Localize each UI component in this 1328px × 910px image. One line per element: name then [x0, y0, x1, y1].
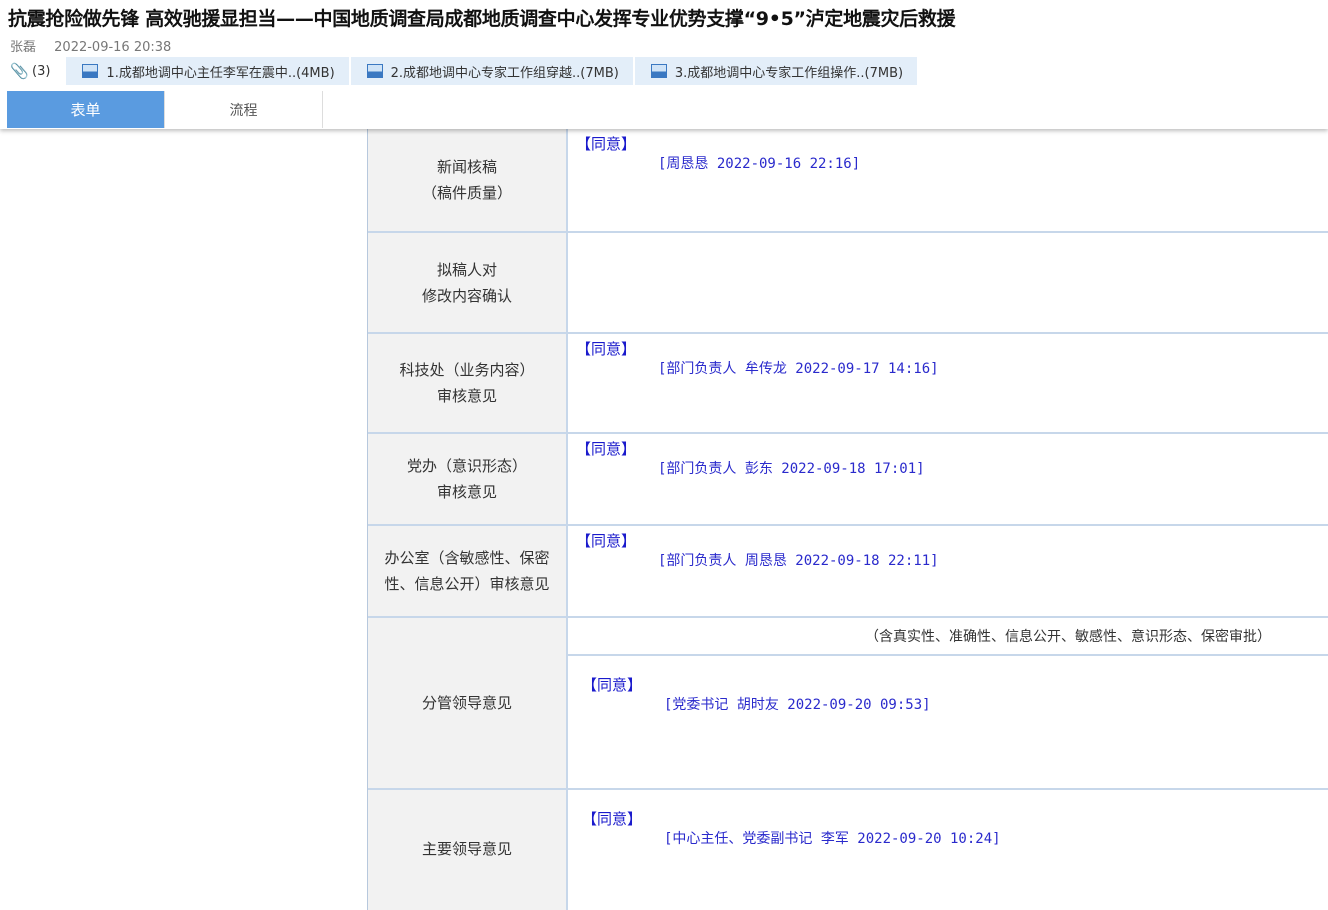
- approval-signature: [中心主任、党委副书记 李军 2022-09-20 10:24]: [664, 831, 1001, 847]
- document-header: 抗震抢险做先锋 高效驰援显担当——中国地质调查局成都地质调查中心发挥专业优势支撑…: [0, 0, 1328, 129]
- row-label: 办公室（含敏感性、保密 性、信息公开）审核意见: [368, 526, 568, 616]
- row-label: 拟稿人对 修改内容确认: [368, 233, 568, 332]
- row-content: （含真实性、准确性、信息公开、敏感性、意识形态、保密审批） 【同意】 [党委书记…: [568, 618, 1328, 788]
- form-row-office-review: 办公室（含敏感性、保密 性、信息公开）审核意见 【同意】 [部门负责人 周恳恳 2…: [368, 526, 1328, 618]
- form-row-drafter-confirm: 拟稿人对 修改内容确认: [368, 233, 1328, 334]
- tab-process[interactable]: 流程: [165, 91, 323, 128]
- attachment-count: (3): [32, 63, 51, 79]
- row-label: 分管领导意见: [368, 618, 568, 788]
- document-meta: 张磊 2022-09-16 20:38: [10, 36, 185, 55]
- author: 张磊: [10, 40, 37, 55]
- row-content: 【同意】 [部门负责人 周恳恳 2022-09-18 22:11]: [568, 526, 1328, 616]
- attachment-item[interactable]: 2.成都地调中心专家工作组穿越..(7MB): [350, 57, 633, 85]
- paperclip-icon[interactable]: 📎: [10, 62, 29, 80]
- image-file-icon: [366, 64, 383, 78]
- row-content: 【同意】 [周恳恳 2022-09-16 22:16]: [568, 129, 1328, 231]
- approval-signature: [部门负责人 周恳恳 2022-09-18 22:11]: [658, 553, 939, 569]
- attachment-bar: 📎 (3) 1.成都地调中心主任李军在震中..(4MB) 2.成都地调中心专家工…: [10, 56, 919, 86]
- row-content: 【同意】 [部门负责人 牟传龙 2022-09-17 14:16]: [568, 334, 1328, 432]
- approval-signature: [周恳恳 2022-09-16 22:16]: [658, 156, 861, 172]
- approval-status: 【同意】: [576, 340, 637, 358]
- attachment-label: 3.成都地调中心专家工作组操作..(7MB): [674, 65, 904, 81]
- form-row-deputy-leader: 分管领导意见 （含真实性、准确性、信息公开、敏感性、意识形态、保密审批） 【同意…: [368, 618, 1328, 790]
- approval-signature: [部门负责人 牟传龙 2022-09-17 14:16]: [658, 361, 939, 377]
- form-row-tech-review: 科技处（业务内容） 审核意见 【同意】 [部门负责人 牟传龙 2022-09-17…: [368, 334, 1328, 434]
- attachment-item[interactable]: 1.成都地调中心主任李军在震中..(4MB): [66, 57, 349, 85]
- row-label: 主要领导意见: [368, 790, 568, 910]
- tab-bar: 表单 流程: [7, 91, 323, 128]
- row-label: 科技处（业务内容） 审核意见: [368, 334, 568, 432]
- attachment-label: 2.成都地调中心专家工作组穿越..(7MB): [390, 65, 619, 81]
- image-file-icon: [82, 64, 99, 78]
- review-scope-note: （含真实性、准确性、信息公开、敏感性、意识形态、保密审批）: [568, 618, 1328, 656]
- approval-signature: [部门负责人 彭东 2022-09-18 17:01]: [658, 461, 925, 477]
- approval-signature: [党委书记 胡时友 2022-09-20 09:53]: [664, 697, 931, 713]
- attachment-item[interactable]: 3.成都地调中心专家工作组操作..(7MB): [634, 57, 918, 85]
- image-file-icon: [650, 64, 667, 78]
- opinion-cell: 【同意】 [党委书记 胡时友 2022-09-20 09:53]: [568, 656, 1328, 788]
- attachment-label: 1.成都地调中心主任李军在震中..(4MB): [106, 65, 335, 81]
- form-row-chief-leader: 主要领导意见 【同意】 [中心主任、党委副书记 李军 2022-09-20 10…: [368, 790, 1328, 910]
- publish-date: 2022-09-16 20:38: [54, 40, 172, 55]
- row-content[interactable]: [568, 233, 1328, 332]
- approval-status: 【同意】: [576, 532, 637, 550]
- approval-status: 【同意】: [576, 135, 637, 153]
- approval-status: 【同意】: [576, 440, 637, 458]
- tab-form[interactable]: 表单: [7, 91, 165, 128]
- document-title: 抗震抢险做先锋 高效驰援显担当——中国地质调查局成都地质调查中心发挥专业优势支撑…: [8, 8, 956, 30]
- row-content: 【同意】 [中心主任、党委副书记 李军 2022-09-20 10:24]: [568, 790, 1328, 910]
- approval-form: 新闻核稿 （稿件质量） 【同意】 [周恳恳 2022-09-16 22:16] 拟…: [367, 129, 1328, 910]
- row-label: 新闻核稿 （稿件质量）: [368, 129, 568, 231]
- row-label: 党办（意识形态） 审核意见: [368, 434, 568, 524]
- approval-status: 【同意】: [582, 676, 643, 694]
- form-row-party-review: 党办（意识形态） 审核意见 【同意】 [部门负责人 彭东 2022-09-18 1…: [368, 434, 1328, 526]
- approval-status: 【同意】: [582, 810, 643, 828]
- row-content: 【同意】 [部门负责人 彭东 2022-09-18 17:01]: [568, 434, 1328, 524]
- form-row-news-review: 新闻核稿 （稿件质量） 【同意】 [周恳恳 2022-09-16 22:16]: [368, 129, 1328, 233]
